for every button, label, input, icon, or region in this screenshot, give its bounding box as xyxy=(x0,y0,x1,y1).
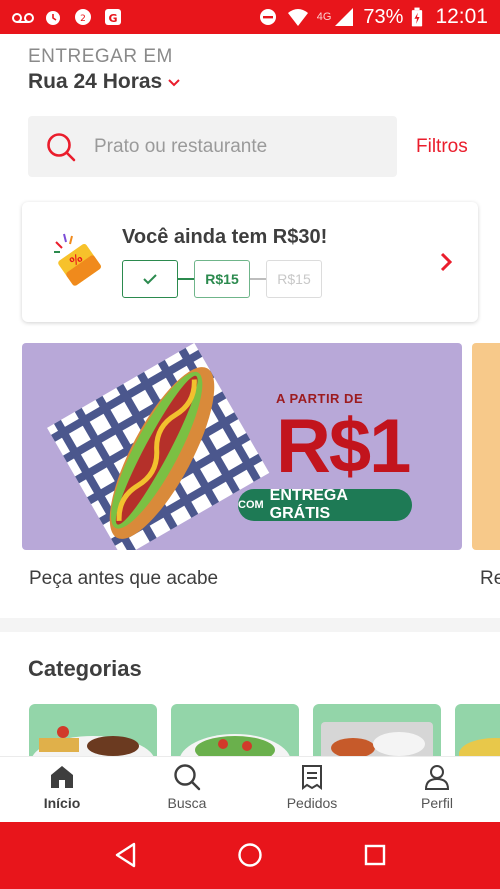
section-divider xyxy=(0,618,500,632)
address-value: Rua 24 Horas xyxy=(28,70,163,93)
coupon-ticket-icon: % xyxy=(54,233,101,286)
promo-step-connector xyxy=(250,278,266,280)
voicemail-icon xyxy=(12,13,34,23)
network-type: 4G xyxy=(316,11,332,23)
battery-icon xyxy=(412,7,423,27)
category-image xyxy=(321,722,433,756)
bottom-navigation: Início Busca Pedidos Perfil xyxy=(0,756,500,822)
category-image xyxy=(459,738,500,756)
chevron-down-icon xyxy=(168,79,180,87)
nav-label-orders: Pedidos xyxy=(286,795,338,811)
nav-label-profile: Perfil xyxy=(421,795,453,811)
category-image xyxy=(32,726,154,756)
banner-pill-prefix: COM xyxy=(238,499,264,511)
promo-title: Você ainda tem R$30! xyxy=(122,226,328,248)
promo-step-completed xyxy=(122,260,178,298)
google-play-icon: G xyxy=(105,9,121,25)
clock: 12:01 xyxy=(435,5,488,28)
nav-item-orders[interactable]: Pedidos xyxy=(262,763,362,811)
categories-row xyxy=(29,704,500,756)
search-icon xyxy=(174,764,201,791)
nav-item-search[interactable]: Busca xyxy=(137,763,237,811)
filters-button[interactable]: Filtros xyxy=(416,136,468,158)
search-placeholder: Prato ou restaurante xyxy=(94,135,268,157)
wifi-icon xyxy=(287,9,308,26)
categories-title: Categorias xyxy=(28,656,142,681)
banner-caption: Peça antes que acabe xyxy=(29,568,219,589)
dnd-icon xyxy=(259,9,276,25)
battery-percent: 73% xyxy=(363,5,404,28)
promo-card[interactable]: % Você ainda tem R$30! R$15 R$15 xyxy=(22,202,478,322)
chevron-right-icon xyxy=(440,252,452,272)
profile-icon xyxy=(424,765,450,790)
category-card[interactable] xyxy=(455,704,500,756)
search-icon xyxy=(47,132,76,161)
svg-text:2: 2 xyxy=(80,14,86,24)
back-icon[interactable] xyxy=(114,842,138,868)
nav-item-home[interactable]: Início xyxy=(12,763,112,811)
nav-item-profile[interactable]: Perfil xyxy=(387,763,487,811)
check-icon xyxy=(143,274,157,285)
status-bar: 2 G 4G 73% 12:01 xyxy=(0,0,500,34)
promo-banner[interactable]: A PARTIR DE R$1 COM ENTREGA GRÁTIS xyxy=(22,343,462,550)
category-card[interactable] xyxy=(313,704,441,756)
signal-icon xyxy=(335,8,354,26)
nav-label-home: Início xyxy=(43,795,81,811)
address-selector[interactable]: Rua 24 Horas xyxy=(28,70,180,94)
promo-step-connector xyxy=(178,278,194,280)
next-banner[interactable] xyxy=(472,343,500,550)
category-card[interactable] xyxy=(29,704,157,756)
banner-price: R$1 xyxy=(276,404,411,489)
category-image xyxy=(180,734,290,756)
promo-step-next: R$15 xyxy=(194,260,250,298)
system-navigation-bar xyxy=(0,822,500,889)
banner-free-delivery-pill: COM ENTREGA GRÁTIS xyxy=(238,487,412,522)
svg-text:G: G xyxy=(108,12,117,25)
home-icon xyxy=(51,766,73,788)
banner-pill-text: ENTREGA GRÁTIS xyxy=(269,487,348,522)
home-circle-icon[interactable] xyxy=(237,842,263,868)
promo-progress: R$15 R$15 xyxy=(122,260,322,298)
delivery-label: ENTREGAR EM xyxy=(28,46,173,67)
promo-step-future: R$15 xyxy=(266,260,322,298)
nav-label-search: Busca xyxy=(167,795,207,811)
category-card[interactable] xyxy=(171,704,299,756)
notification-badge-icon: 2 xyxy=(75,9,91,25)
orders-icon xyxy=(302,765,322,790)
alarm-icon xyxy=(46,11,60,25)
next-banner-caption: Re xyxy=(480,568,500,589)
recents-icon[interactable] xyxy=(364,842,386,868)
search-input[interactable]: Prato ou restaurante xyxy=(28,116,397,177)
